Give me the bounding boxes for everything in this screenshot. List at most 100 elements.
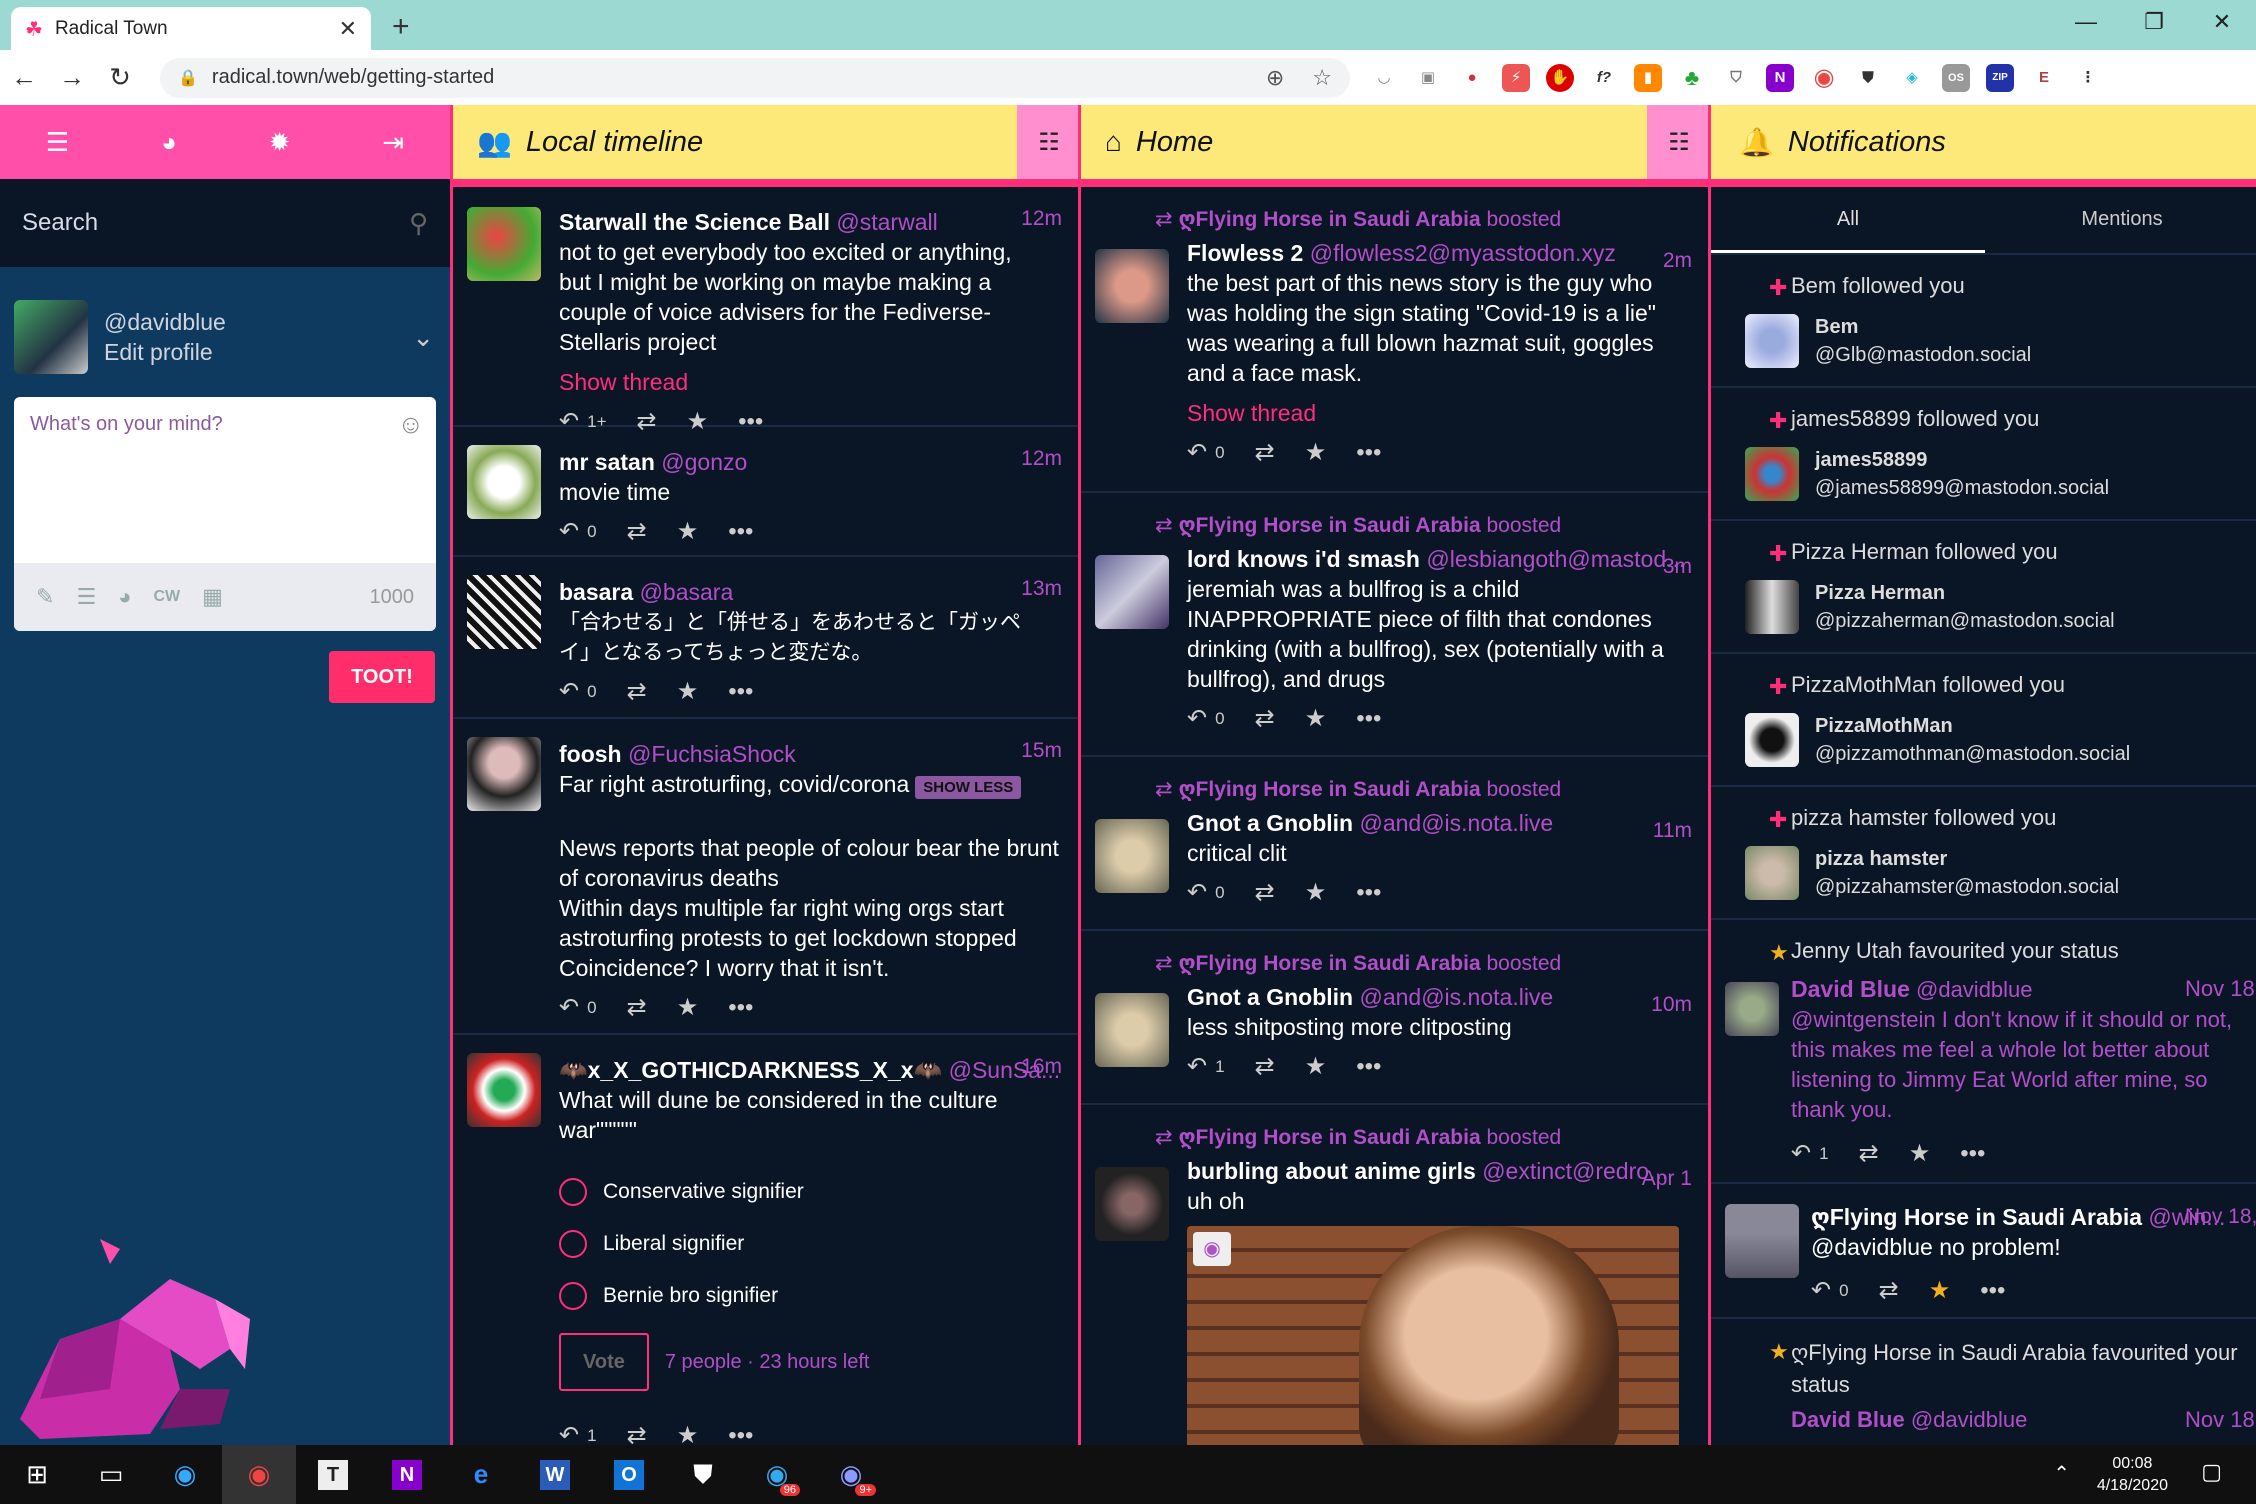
windows-start-icon[interactable]: ⊞ (0, 1445, 74, 1504)
boost-icon[interactable]: ⇄ (1859, 1139, 1879, 1169)
favourite-star-icon[interactable]: ★ (1929, 1276, 1951, 1306)
avatar[interactable] (1745, 580, 1799, 634)
browser-tab[interactable]: ☘ Radical Town ✕ (11, 7, 371, 51)
status[interactable]: ⇄ ღFlying Horse in Saudi Arabia boosted … (1081, 931, 1708, 1105)
edit-profile-link[interactable]: Edit profile (104, 337, 226, 367)
toot-button[interactable]: TOOT! (329, 651, 435, 703)
firefox-icon[interactable]: ◉ (148, 1445, 222, 1504)
favourite-star-icon[interactable]: ★ (1305, 878, 1327, 908)
show-thread-link[interactable]: Show thread (1187, 398, 1692, 428)
shield-icon[interactable]: ⛉ (1722, 64, 1750, 92)
chrome-icon[interactable]: ◉ (222, 1445, 296, 1504)
notification-user[interactable]: Jenny Utah (1791, 938, 1902, 963)
status[interactable]: ⇄ ღFlying Horse in Saudi Arabia boosted … (1081, 493, 1708, 757)
notification-user[interactable]: pizza hamster (1791, 805, 1928, 830)
status[interactable]: ⇄ ღFlying Horse in Saudi Arabia boosted … (1081, 1105, 1708, 1445)
more-icon[interactable]: ••• (728, 993, 753, 1023)
favourite-star-icon[interactable]: ★ (1305, 1052, 1327, 1082)
reply-icon[interactable]: ↶ (1187, 438, 1207, 468)
notification-user[interactable]: Pizza Herman (1791, 539, 1929, 564)
boost-icon[interactable]: ⇄ (627, 677, 647, 707)
avatar[interactable] (467, 445, 541, 519)
status[interactable]: 16m 🦇x_X_GOTHICDARKNESS_X_x🦇 @SunSa... W… (453, 1035, 1078, 1445)
mention-notification[interactable]: ღFlying Horse in Saudi Arabia @win... Nov… (1711, 1184, 2256, 1319)
status[interactable]: 12m mr satan @gonzo movie time ↶ 0 ⇄ ★ ••… (453, 427, 1078, 557)
favourite-notification[interactable]: ★ Jenny Utah favourited your status Davi… (1711, 920, 2256, 1184)
account-handle[interactable]: @basara (640, 579, 734, 605)
avatar[interactable] (1095, 249, 1169, 323)
favourite-star-icon[interactable]: ★ (1305, 438, 1327, 468)
avatar[interactable] (1095, 819, 1169, 893)
column-header[interactable]: ⌂ Home (1081, 105, 1708, 179)
account-handle[interactable]: @gonzo (661, 449, 747, 475)
radio-button[interactable] (559, 1282, 587, 1310)
menu-icon[interactable]: ☰ (46, 127, 69, 158)
account-handle[interactable]: @starwall (836, 209, 937, 235)
radio-button[interactable] (559, 1230, 587, 1258)
reply-icon[interactable]: ↶ (1187, 1052, 1207, 1082)
show-less-button[interactable]: SHOW LESS (915, 776, 1022, 799)
account-handle[interactable]: @flowless2@myasstodon.xyz (1310, 240, 1616, 266)
avatar[interactable] (1725, 1204, 1799, 1278)
column-settings-button[interactable]: ☷ (1017, 105, 1078, 179)
status-time[interactable]: 12m (1021, 207, 1062, 231)
logout-icon[interactable]: ⇥ (382, 127, 404, 158)
color-dots-icon[interactable]: ● (1458, 64, 1486, 92)
display-name[interactable]: Gnot a Gnoblin (1187, 810, 1353, 836)
avatar[interactable] (467, 737, 541, 811)
status-time[interactable]: Nov 18, (2185, 1407, 2256, 1433)
avatar[interactable] (1095, 555, 1169, 629)
status-time[interactable]: 12m (1021, 447, 1062, 471)
bitwarden-icon[interactable]: ⛊ (666, 1445, 740, 1504)
favourite-star-icon[interactable]: ★ (1305, 704, 1327, 734)
status-author[interactable]: David Blue (1791, 1407, 1905, 1432)
show-thread-link[interactable]: Show thread (559, 367, 1062, 397)
reply-icon[interactable]: ↶ (559, 677, 579, 707)
notification-user[interactable]: ღFlying Horse in Saudi Arabia (1791, 1340, 2086, 1365)
pocket-icon[interactable]: ◡ (1370, 64, 1398, 92)
reload-icon[interactable]: ↻ (96, 62, 144, 93)
outlook-icon[interactable]: O (592, 1445, 666, 1504)
status-time[interactable]: Nov 18, (2185, 974, 2256, 1004)
display-name[interactable]: 🦇x_X_GOTHICDARKNESS_X_x🦇 (559, 1057, 942, 1083)
typora-icon[interactable]: T (296, 1445, 370, 1504)
tab-mentions[interactable]: Mentions (1985, 187, 2256, 253)
onenote-ext-icon[interactable]: N (1766, 63, 1794, 92)
more-icon[interactable]: ••• (1356, 878, 1381, 908)
avatar[interactable] (467, 207, 541, 281)
status[interactable]: 13m basara @basara 「合わせる」と「併せる」をあわせると「ガッ… (453, 557, 1078, 719)
avatar[interactable] (1745, 846, 1799, 900)
status-acct[interactable]: @davidblue (1911, 1407, 2028, 1432)
attach-icon[interactable]: ✎ (36, 584, 54, 610)
cw-toggle[interactable]: CW (153, 588, 180, 606)
hide-media-icon[interactable]: ◉ (1193, 1232, 1231, 1266)
column-settings-button[interactable]: ☷ (1647, 105, 1708, 179)
compose-textarea[interactable]: What's on your mind? (14, 397, 436, 452)
more-icon[interactable]: ••• (1960, 1139, 1985, 1169)
camera-icon[interactable]: ▣ (1414, 64, 1442, 92)
poll-option[interactable]: Bernie bro signifier (559, 1281, 1062, 1311)
minimize-icon[interactable]: — (2052, 0, 2120, 44)
boost-icon[interactable]: ⇄ (1255, 1052, 1275, 1082)
follower-name[interactable]: Pizza Herman (1815, 579, 2115, 607)
status-time[interactable]: 13m (1021, 577, 1062, 601)
more-icon[interactable]: ••• (1356, 704, 1381, 734)
rainbow-circle-icon[interactable]: ◉ (1810, 64, 1838, 92)
new-tab-button[interactable]: + (392, 10, 410, 44)
zip-icon[interactable]: ZIP (1986, 63, 2014, 92)
system-clock[interactable]: 00:08 4/18/2020 (2097, 1453, 2168, 1497)
status-author[interactable]: ღFlying Horse in Saudi Arabia (1811, 1204, 2142, 1230)
account-handle[interactable]: @lesbiangoth@mastod... (1426, 546, 1685, 572)
privacy-globe-icon[interactable]: ◕ (118, 584, 131, 610)
maximize-icon[interactable]: ❐ (2120, 0, 2188, 44)
status-author[interactable]: David Blue (1791, 976, 1910, 1002)
status-time[interactable]: 10m (1651, 993, 1692, 1017)
onenote-icon[interactable]: N (370, 1445, 444, 1504)
avatar[interactable] (14, 300, 88, 374)
status-time[interactable]: 15m (1021, 739, 1062, 763)
word-icon[interactable]: W (518, 1445, 592, 1504)
display-name[interactable]: foosh (559, 741, 622, 767)
tray-chevron-icon[interactable]: ⌃ (2053, 1461, 2070, 1486)
booster-name[interactable]: ღFlying Horse in Saudi Arabia (1178, 208, 1480, 231)
follow-notification[interactable]: ✚ pizza hamster followed you pizza hamst… (1711, 787, 2256, 920)
